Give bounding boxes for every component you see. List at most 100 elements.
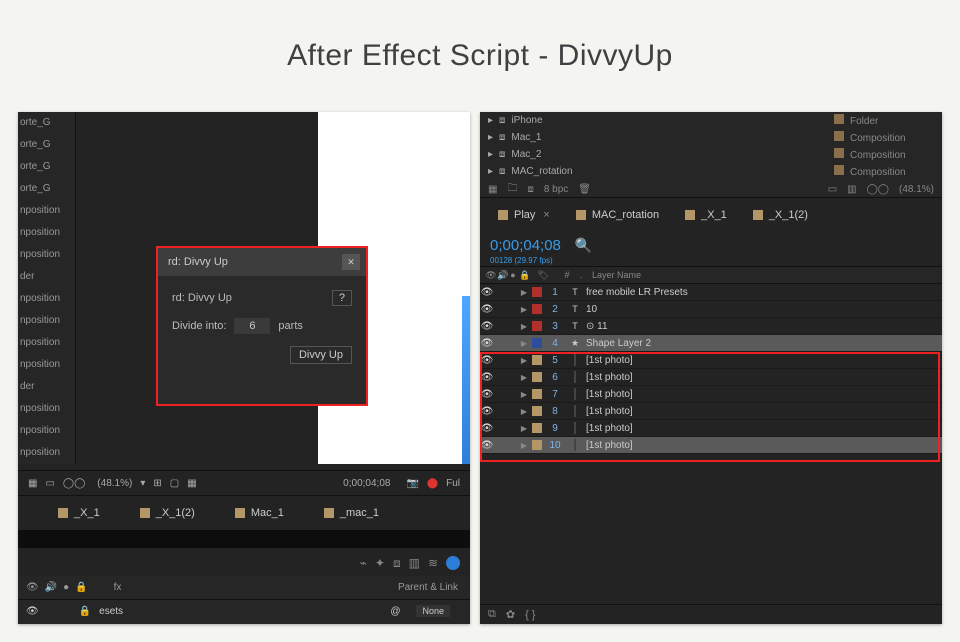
motion-blur-icon[interactable]: ✦ [375,556,385,570]
eye-icon[interactable]: 👁 [26,606,39,617]
label-swatch[interactable] [532,304,542,314]
project-item[interactable]: orte_G [18,178,75,200]
layer-row[interactable]: 👁▶5[1st photo] [480,352,942,369]
interpret-icon[interactable]: ▦ [488,184,497,195]
label-swatch[interactable] [532,372,542,382]
layer-row[interactable]: 👁▶4★Shape Layer 2 [480,335,942,352]
frame-blend-icon[interactable]: ▥ [409,556,420,570]
project-item[interactable]: orte_G [18,134,75,156]
timeline-track[interactable] [18,530,470,548]
eye-icon[interactable]: 👁 [480,338,494,349]
project-item[interactable]: ▸⧈iPhoneFolder [488,112,934,129]
label-swatch[interactable] [532,338,542,348]
zoom-dropdown-icon[interactable]: ▾ [140,478,145,489]
project-item[interactable]: nposition [18,244,75,266]
timeline-tab[interactable]: _mac_1 [324,507,379,519]
eye-icon[interactable]: 👁 [480,440,494,451]
depth-icon[interactable]: ▭ [45,478,54,489]
grid-icon[interactable]: ▦ [28,478,37,489]
search-icon[interactable]: 🔍 [575,237,592,254]
timeline-tab[interactable]: _X_1 [685,209,727,221]
project-item[interactable]: nposition [18,420,75,442]
comp-new-icon[interactable]: ⧈ [527,184,533,195]
timeline-tab[interactable]: _X_1(2) [140,507,195,519]
close-icon[interactable]: ✕ [342,254,360,270]
project-item[interactable]: nposition [18,310,75,332]
roi-icon[interactable]: ▢ [170,478,179,489]
pickwhip-icon[interactable]: @ [390,606,400,617]
project-item[interactable]: ▸⧈MAC_rotationComposition [488,163,934,180]
eye-icon[interactable]: 👁 [480,304,494,315]
label-swatch[interactable] [532,423,542,433]
layer-row[interactable]: 👁▶9[1st photo] [480,420,942,437]
label-swatch[interactable] [532,440,542,450]
view2-icon[interactable]: ▥ [847,184,856,195]
eye-icon[interactable]: 👁 [480,389,494,400]
color-channels-icon[interactable]: ⬤ [427,478,438,489]
project-item[interactable]: ▸⧈Mac_2Composition [488,146,934,163]
layer-row[interactable]: 👁▶3T⊙ 11 [480,318,942,335]
graph-icon[interactable]: ⌁ [360,556,367,570]
layer-row[interactable]: 👁▶10[1st photo] [480,437,942,454]
glasses-icon[interactable]: ◯◯ [867,184,889,195]
timeline-tab[interactable]: MAC_rotation [576,209,659,221]
twirl-icon[interactable]: ▶ [518,424,530,433]
eye-icon[interactable]: 👁 [480,287,494,298]
project-item[interactable]: nposition [18,332,75,354]
lock-icon[interactable]: 🔒 [79,606,91,617]
layer-row[interactable]: 👁 🔒 esets @ None [18,600,470,622]
project-item[interactable]: orte_G [18,156,75,178]
project-item[interactable]: nposition [18,222,75,244]
timeline-tab[interactable]: _X_1 [58,507,100,519]
label-swatch[interactable] [532,389,542,399]
brackets-icon[interactable]: { } [525,609,535,621]
timeline-tab[interactable]: _X_1(2) [753,209,808,221]
twirl-icon[interactable]: ▶ [518,288,530,297]
twirl-icon[interactable]: ▶ [518,407,530,416]
project-item[interactable]: nposition [18,354,75,376]
eye-icon[interactable]: 👁 [480,423,494,434]
resolution-icon[interactable]: ⊞ [153,478,161,489]
dialog-titlebar[interactable]: rd: Divvy Up ✕ [158,248,366,276]
twirl-icon[interactable]: ▶ [518,390,530,399]
project-item[interactable]: orte_G [18,112,75,134]
layer-row[interactable]: 👁▶8[1st photo] [480,403,942,420]
bpc-label[interactable]: 8 bpc [544,184,568,195]
timeline-opts-icon[interactable]: ✿ [506,608,515,621]
layer-row[interactable]: 👁▶2T10 [480,301,942,318]
label-swatch[interactable] [532,321,542,331]
eye-icon[interactable]: 👁 [480,406,494,417]
project-item[interactable]: der [18,266,75,288]
project-item[interactable]: nposition [18,200,75,222]
twirl-icon[interactable]: ▶ [518,373,530,382]
view1-icon[interactable]: ▭ [828,184,837,195]
twirl-icon[interactable]: ▶ [518,356,530,365]
divide-into-input[interactable] [234,318,270,334]
project-item[interactable]: nposition [18,288,75,310]
current-time[interactable]: 0;00;04;08 [490,237,561,254]
eye-icon[interactable]: 👁 [480,372,494,383]
layer-row[interactable]: 👁▶1Tfree mobile LR Presets [480,284,942,301]
project-item[interactable]: ▸⧈Mac_1Composition [488,129,934,146]
timeline-tab[interactable]: Mac_1 [235,507,284,519]
label-swatch[interactable] [532,287,542,297]
twirl-icon[interactable]: ▶ [518,322,530,331]
cube-icon[interactable]: ⧈ [393,556,401,571]
mask-icon[interactable]: ◯◯ [63,478,85,489]
label-swatch[interactable] [532,355,542,365]
help-button[interactable]: ? [332,290,352,306]
toggle-switches-icon[interactable]: ⧉ [488,608,496,621]
zoom-readout-right[interactable]: (48.1%) [899,184,934,195]
snapshot-icon[interactable]: 📷 [406,478,418,489]
label-swatch[interactable] [532,406,542,416]
layer-row[interactable]: 👁▶7[1st photo] [480,386,942,403]
trash-icon[interactable]: 🗑 [578,184,591,195]
eye-icon[interactable]: 👁 [480,355,494,366]
divvy-up-button[interactable]: Divvy Up [290,346,352,364]
folder-icon[interactable]: 🗀 [507,181,517,198]
project-item[interactable]: nposition [18,442,75,464]
timeline-tab[interactable]: Play× [498,209,550,221]
twirl-icon[interactable]: ▶ [518,339,530,348]
layer-row[interactable]: 👁▶6[1st photo] [480,369,942,386]
resolution-full-label[interactable]: Ful [446,478,460,489]
